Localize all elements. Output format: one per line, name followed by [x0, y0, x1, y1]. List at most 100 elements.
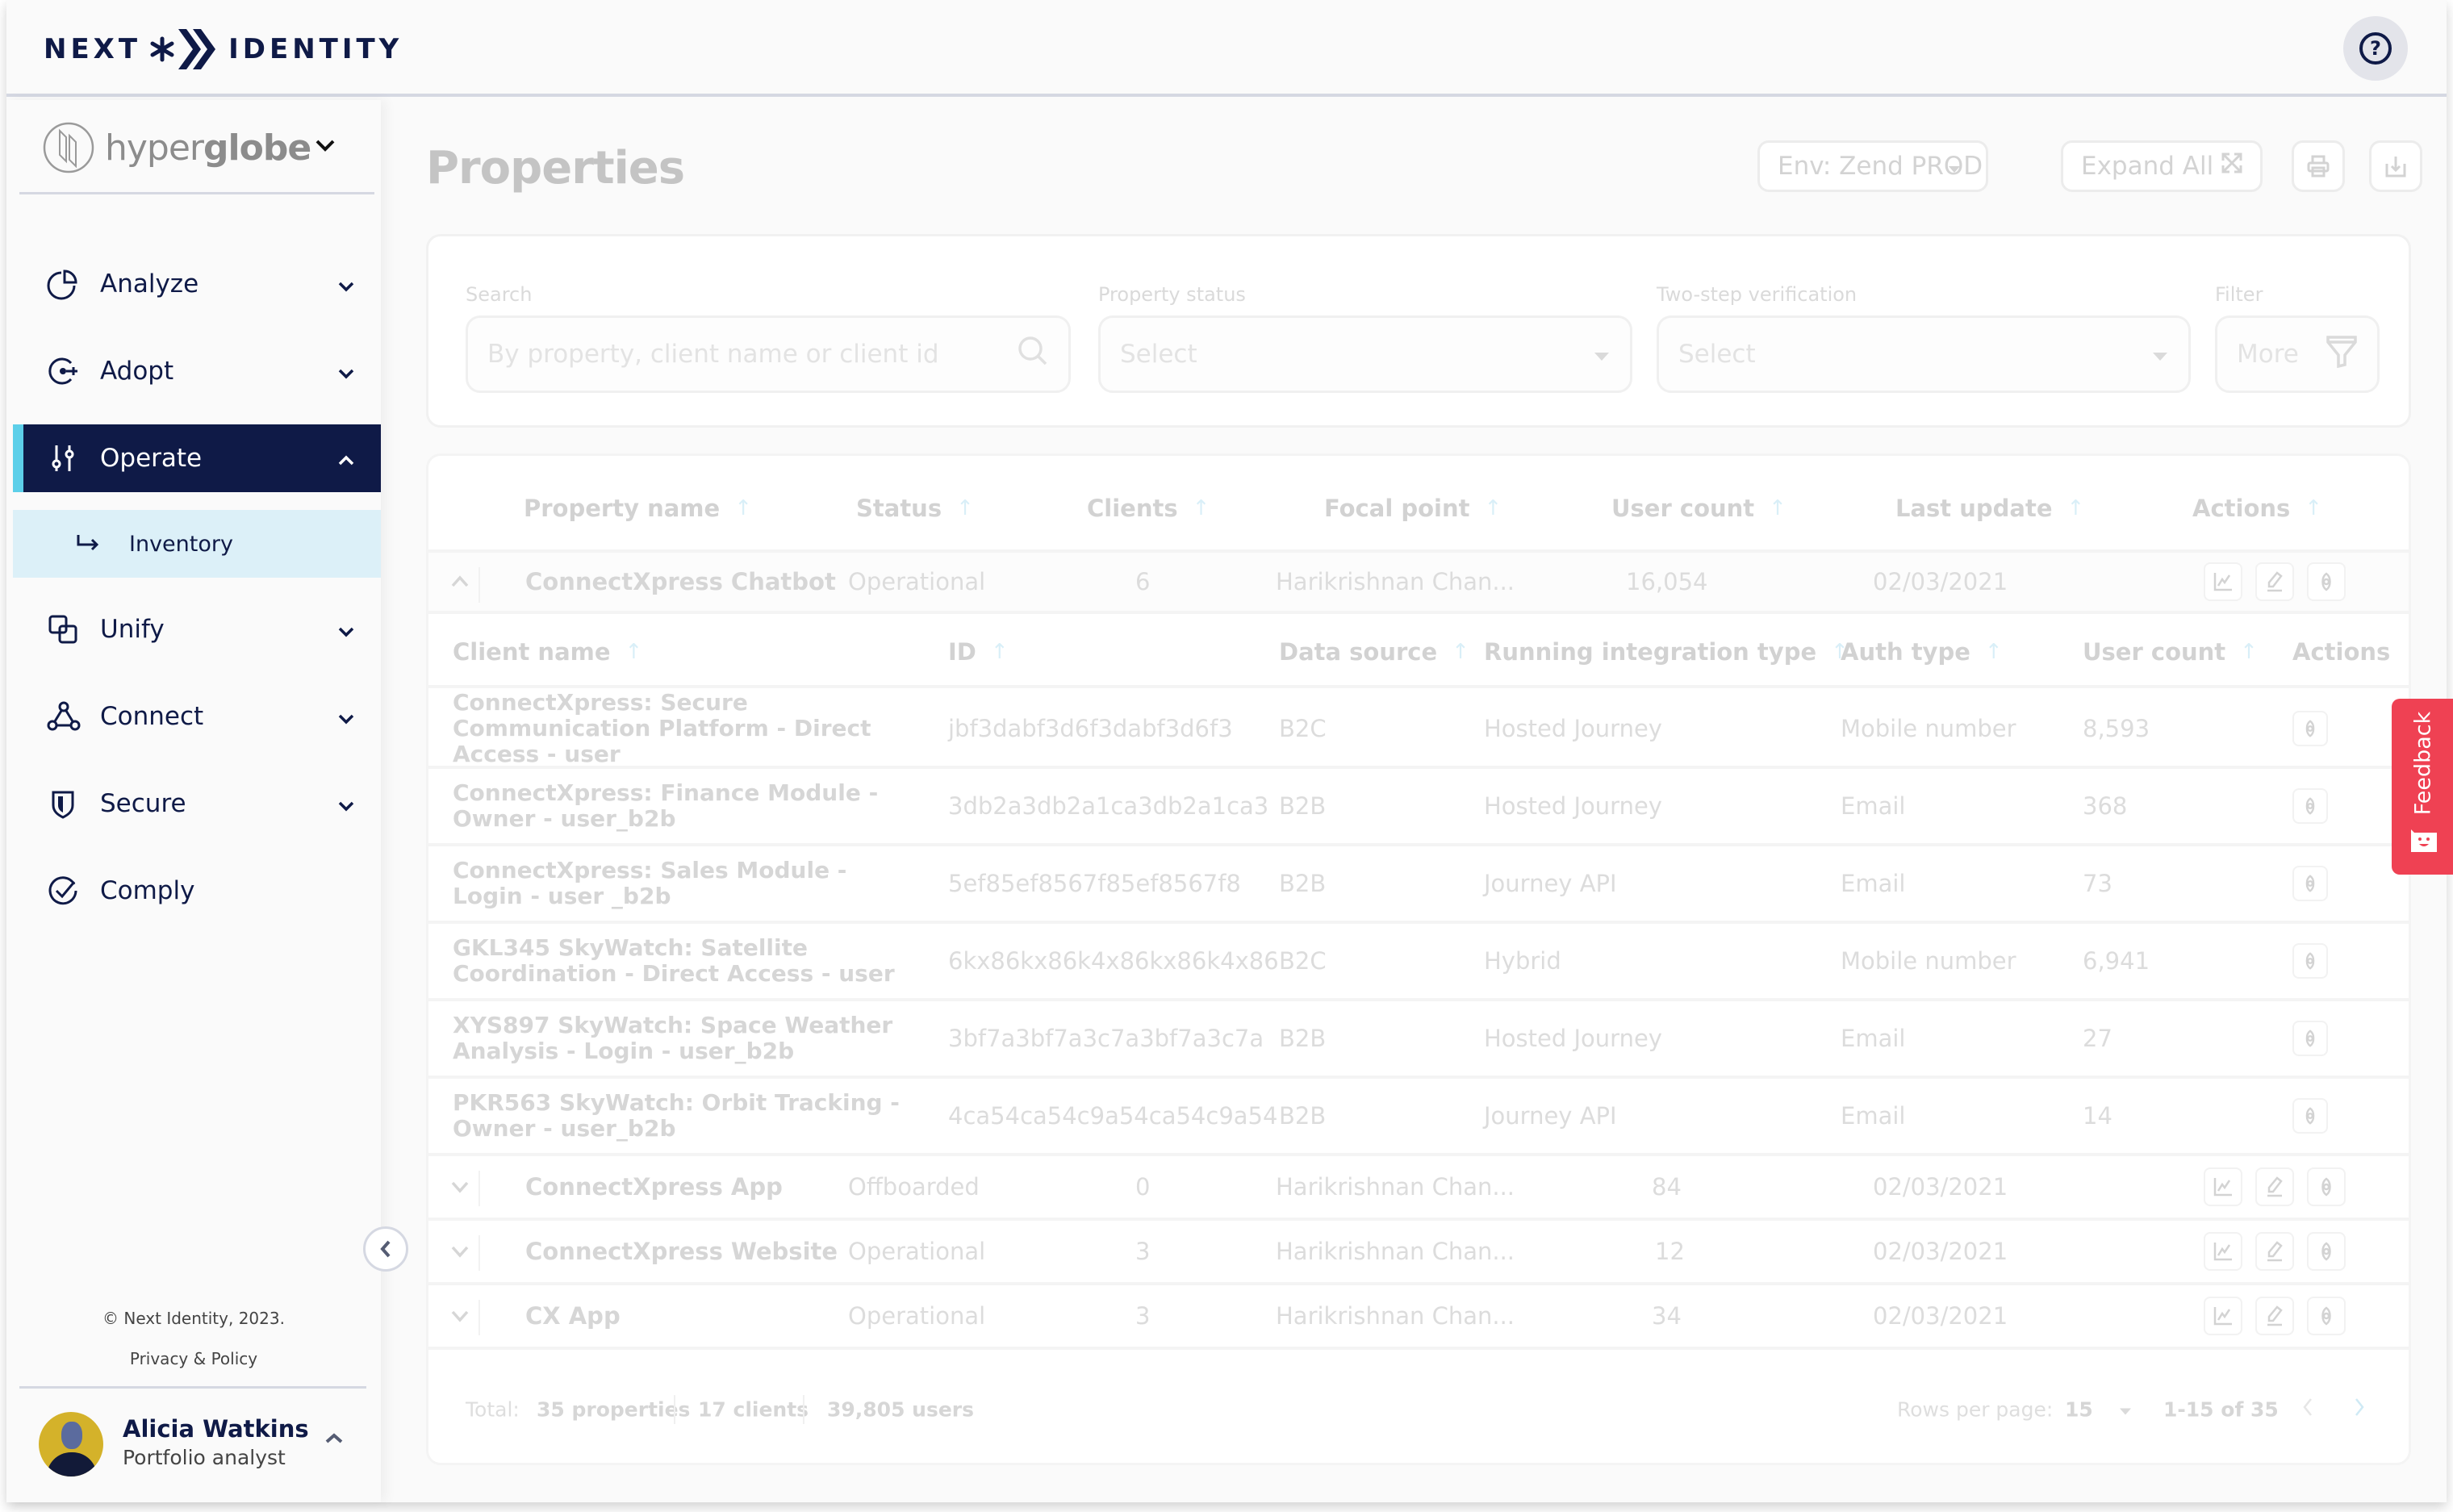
sidebar-subitem-label: Inventory [129, 531, 233, 557]
property-status-select[interactable]: Select [1098, 315, 1632, 393]
prev-page-button[interactable] [2302, 1397, 2313, 1422]
pie-chart-icon [47, 268, 79, 300]
workspace-switcher[interactable]: hyperglobe [42, 121, 311, 174]
column-header-actions[interactable]: Actions ↑ [2192, 495, 2322, 522]
two-step-verification-select[interactable]: Select [1657, 315, 2191, 393]
more-filters-button[interactable]: More [2215, 315, 2380, 393]
caret-down-icon [1947, 152, 1962, 181]
expand-all-button[interactable]: Expand All [2061, 140, 2263, 192]
download-button[interactable] [2369, 140, 2422, 192]
property-name[interactable]: ConnectXpress Chatbot [525, 568, 836, 595]
eye-icon [2321, 1177, 2331, 1197]
column-header-clients[interactable]: Clients ↑ [1087, 495, 1210, 522]
two-step-verification-label: Two-step verification [1657, 283, 1858, 306]
view-button[interactable] [2307, 562, 2346, 601]
view-client-button[interactable] [2292, 943, 2328, 979]
property-last-update: 02/03/2021 [1873, 1238, 2008, 1265]
sidebar-item-secure[interactable]: Secure [6, 770, 381, 837]
column-header-last-update[interactable]: Last update ↑ [1895, 495, 2084, 522]
property-status: Operational [848, 1238, 986, 1265]
sidebar-item-connect[interactable]: Connect [6, 683, 381, 750]
sidebar-item-comply[interactable]: Comply [6, 857, 381, 925]
next-identity-logo: NEXT IDENTITY [44, 27, 403, 71]
property-status: Operational [848, 568, 986, 595]
column-header-status[interactable]: Status ↑ [856, 495, 974, 522]
print-button[interactable] [2292, 140, 2345, 192]
environment-dropdown[interactable]: Env: Zend PROD [1757, 140, 1988, 192]
view-client-button[interactable] [2292, 1021, 2328, 1056]
sidebar-item-label: Adopt [100, 357, 174, 386]
column-header-focal-point[interactable]: Focal point ↑ [1324, 495, 1502, 522]
client-row[interactable]: PKR563 SkyWatch: Orbit Tracking - Owner … [428, 1079, 2409, 1156]
client-row[interactable]: ConnectXpress: Secure Communication Plat… [428, 690, 2409, 769]
sort-arrow-up-icon: ↑ [1769, 496, 1786, 520]
table-row[interactable]: CX App Operational 3 Harikrishnan Chan..… [428, 1285, 2409, 1350]
avatar [39, 1412, 103, 1476]
chevron-up-icon[interactable] [449, 571, 470, 592]
column-header-auth-type[interactable]: Auth type ↑ [1841, 638, 2003, 666]
chevron-down-icon[interactable] [449, 1176, 470, 1197]
next-page-button[interactable] [2354, 1397, 2365, 1422]
table-row[interactable]: ConnectXpress Website Operational 3 Hari… [428, 1221, 2409, 1285]
rows-per-page-select[interactable]: 15 [2065, 1398, 2093, 1422]
view-client-button[interactable] [2292, 1098, 2328, 1134]
edit-button[interactable] [2255, 562, 2294, 601]
sidebar-item-operate[interactable]: Operate [13, 424, 381, 492]
column-header-client-name[interactable]: Client name ↑ [453, 638, 642, 666]
property-name[interactable]: ConnectXpress Website [525, 1238, 838, 1265]
nodes-icon [47, 700, 81, 733]
sidebar-item-label: Connect [100, 702, 204, 731]
analytics-button[interactable] [2204, 562, 2242, 601]
chevron-down-icon[interactable] [315, 139, 336, 156]
sidebar-subitem-inventory[interactable]: Inventory [13, 510, 381, 578]
hyperglobe-logo-icon [43, 122, 94, 173]
feedback-tab[interactable]: Feedback [2392, 699, 2453, 875]
analytics-button[interactable] [2204, 1167, 2242, 1206]
property-status-value: Select [1120, 340, 1197, 369]
column-header-id[interactable]: ID ↑ [948, 638, 1009, 666]
view-button[interactable] [2307, 1232, 2346, 1271]
analytics-button[interactable] [2204, 1232, 2242, 1271]
property-name[interactable]: CX App [525, 1302, 621, 1330]
view-client-button[interactable] [2292, 711, 2328, 746]
view-button[interactable] [2307, 1167, 2346, 1206]
sidebar-item-adopt[interactable]: Adopt [6, 337, 381, 405]
column-header-user-count[interactable]: User count ↑ [1611, 495, 1786, 522]
column-header-data-source[interactable]: Data source ↑ [1279, 638, 1469, 666]
user-profile[interactable]: Alicia Watkins Portfolio analyst [39, 1412, 378, 1476]
edit-button[interactable] [2255, 1297, 2294, 1335]
property-focal-point: Harikrishnan Chan... [1276, 1302, 1515, 1330]
client-name: XYS897 SkyWatch: Space Weather Analysis … [453, 1012, 893, 1064]
sidebar-item-label: Operate [100, 444, 203, 473]
collapse-sidebar-button[interactable] [363, 1226, 408, 1272]
property-name[interactable]: ConnectXpress App [525, 1173, 783, 1201]
column-header-integration-type[interactable]: Running integration type ↑ [1484, 638, 1849, 666]
avatar-body [47, 1452, 97, 1476]
client-row[interactable]: XYS897 SkyWatch: Space Weather Analysis … [428, 1001, 2409, 1079]
client-row[interactable]: ConnectXpress: Finance Module - Owner - … [428, 769, 2409, 846]
analytics-button[interactable] [2204, 1297, 2242, 1335]
table-row[interactable]: ConnectXpress Chatbot Operational 6 Hari… [428, 549, 2409, 614]
privacy-policy-link[interactable]: Privacy & Policy [6, 1349, 381, 1368]
view-button[interactable] [2307, 1297, 2346, 1335]
client-row[interactable]: ConnectXpress: Sales Module - Login - us… [428, 846, 2409, 924]
sidebar-item-analyze[interactable]: Analyze [6, 250, 381, 318]
column-header-property-name[interactable]: Property name ↑ [524, 495, 752, 522]
chevron-down-icon[interactable] [449, 1305, 470, 1326]
column-header-label: Client name [453, 638, 611, 666]
caret-down-icon[interactable] [2118, 1398, 2133, 1422]
total-properties: 35 properties [537, 1397, 691, 1422]
chevron-down-icon[interactable] [449, 1241, 470, 1262]
search-label: Search [466, 283, 533, 306]
help-button[interactable]: ? [2343, 16, 2408, 81]
sidebar-item-unify[interactable]: Unify [6, 595, 381, 663]
client-row[interactable]: GKL345 SkyWatch: Satellite Coordination … [428, 924, 2409, 1001]
view-client-button[interactable] [2292, 788, 2328, 824]
sidebar-item-label: Analyze [100, 269, 199, 299]
search-input[interactable]: By property, client name or client id [466, 315, 1071, 393]
column-header-client-user-count[interactable]: User count ↑ [2083, 638, 2258, 666]
view-client-button[interactable] [2292, 866, 2328, 901]
edit-button[interactable] [2255, 1232, 2294, 1271]
table-row[interactable]: ConnectXpress App Offboarded 0 Harikrish… [428, 1156, 2409, 1221]
edit-button[interactable] [2255, 1167, 2294, 1206]
